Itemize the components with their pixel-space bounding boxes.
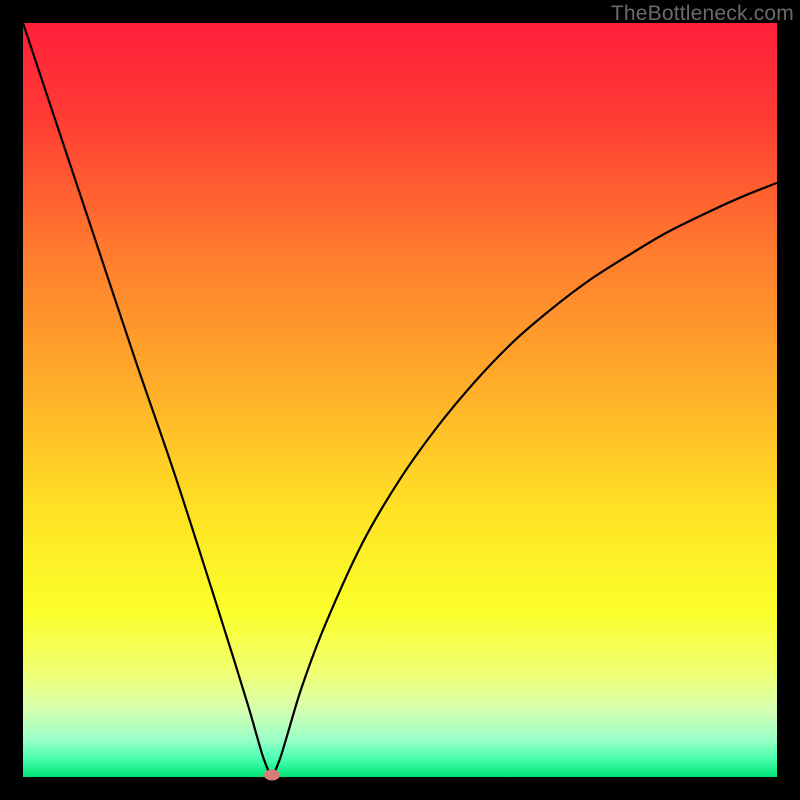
watermark-text: TheBottleneck.com (611, 2, 794, 26)
bottleneck-curve (23, 23, 777, 777)
optimal-point-marker (264, 769, 280, 780)
plot-area (23, 23, 777, 777)
